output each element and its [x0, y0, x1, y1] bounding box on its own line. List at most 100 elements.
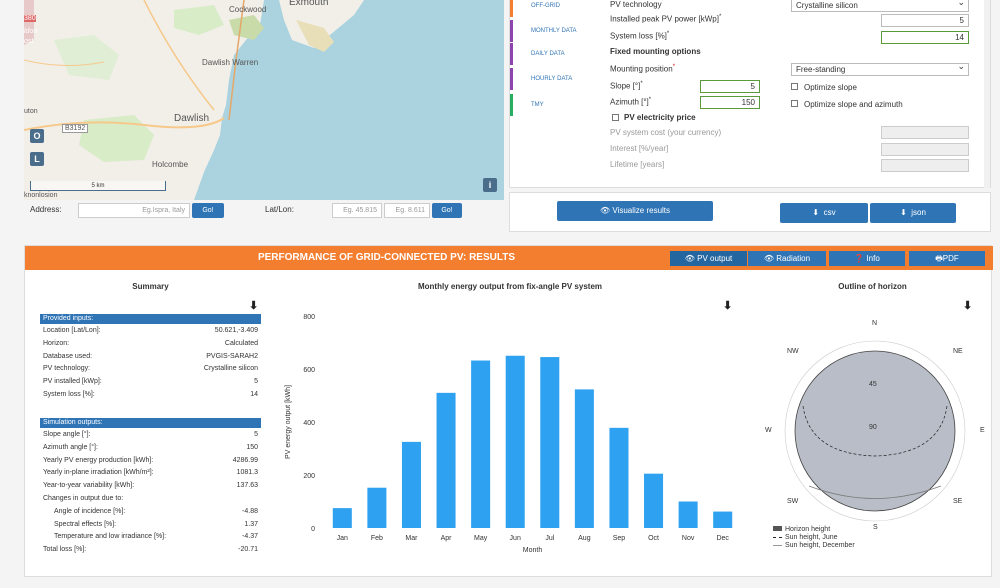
bar [609, 427, 629, 528]
legend-item: Horizon height [773, 526, 855, 534]
ring-label-45: 45 [869, 381, 877, 388]
summary-value: 137.63 [236, 482, 258, 490]
results-header: PERFORMANCE OF GRID-CONNECTED PV: RESULT… [25, 246, 993, 270]
y-tick-label: 800 [303, 314, 315, 321]
system-loss-input[interactable]: 14 [881, 31, 969, 44]
map-place-label: Holcombe [152, 160, 189, 169]
pv-technology-value: Crystalline silicon [796, 1, 858, 10]
tab-radiation[interactable]: 👁 Radiation [748, 251, 826, 266]
legend-label: Sun height, December [785, 542, 855, 549]
tab-daily-data[interactable]: DAILY DATA [510, 43, 598, 65]
bar [678, 501, 698, 528]
csv-label: csv [823, 208, 836, 217]
mounting-position-select[interactable]: Free-standing [791, 61, 969, 76]
tab-pv-output[interactable]: 👁 PV output [670, 251, 747, 266]
latlon-go-button[interactable]: Go! [432, 203, 462, 218]
map-overlay-l-button[interactable]: L [30, 152, 44, 166]
address-go-button[interactable]: Go! [192, 203, 224, 218]
mounting-position-label: Mounting position* [610, 64, 675, 74]
tab-hourly-data[interactable]: HOURLY DATA [510, 68, 598, 90]
bar [505, 355, 525, 528]
required-star: * [648, 97, 652, 103]
mounting-position-text: Mounting position [610, 64, 673, 74]
map-place-label: Dawlish Warren [202, 58, 259, 67]
summary-value: Crystalline silicon [203, 365, 258, 373]
map-info-button[interactable]: i [483, 178, 497, 192]
tab-label: MONTHLY DATA [531, 28, 577, 34]
latitude-input[interactable]: Eg. 45.815 [332, 203, 382, 218]
summary-row: Slope angle [°]: 5 [40, 429, 261, 440]
summary-key: Year-to-year variability [kWh]: [43, 482, 135, 490]
electricity-price-checkbox[interactable] [612, 114, 619, 121]
monthly-energy-chart: 0 200 400 600 800 Jan Feb Mar Apr May Jun Jul Aug Sep… [280, 306, 750, 566]
x-tick-label: May [474, 535, 488, 542]
eye-icon: 👁 [599, 206, 611, 215]
horizon-download-icon[interactable]: ⬇ [963, 299, 972, 312]
summary-key: Changes in output due to: [43, 495, 124, 502]
tab-off-grid[interactable]: OFF-GRID [510, 0, 598, 17]
summary-key: Yearly in-plane irradiation [kWh/m²]: [43, 469, 154, 477]
azimuth-input[interactable]: 150 [700, 96, 760, 109]
summary-row: Total loss [%]: -20.71 [40, 544, 261, 555]
download-json-button[interactable]: ⬇ json [870, 203, 956, 223]
optimize-slope-checkbox[interactable] [791, 83, 798, 90]
lifetime-input[interactable] [881, 159, 969, 172]
y-tick-label: 200 [303, 473, 315, 480]
download-csv-button[interactable]: ⬇ csv [780, 203, 868, 223]
summary-key: Location [Lat/Lon]: [43, 327, 101, 334]
y-axis-label: PV energy output [kWh] [285, 385, 292, 459]
summary-key: Azimuth angle [°]: [43, 443, 98, 451]
peak-power-input[interactable]: 5 [881, 14, 969, 27]
horizon-svg [784, 340, 966, 522]
summary-value: Calculated [224, 339, 258, 347]
x-tick-label: Nov [682, 535, 695, 542]
slope-text: Slope [°] [610, 81, 641, 91]
tab-label: PV output [697, 254, 733, 263]
x-tick-label: Feb [371, 535, 383, 542]
tab-tmy[interactable]: TMY [510, 94, 598, 116]
visualize-results-button[interactable]: 👁 Visualize results [557, 201, 713, 221]
bar [574, 389, 594, 528]
compass-nw: NW [787, 348, 799, 355]
slope-input[interactable]: 5 [700, 80, 760, 93]
azimuth-label: Azimuth [°]* [610, 97, 651, 107]
summary-key: Temperature and low irradiance [%]: [54, 533, 167, 541]
required-star: * [672, 64, 676, 70]
bar [401, 441, 421, 528]
ring-label-90: 90 [869, 424, 877, 431]
interest-input[interactable] [881, 143, 969, 156]
latlon-label: Lat/Lon: [265, 205, 294, 214]
tab-pdf[interactable]: 🖶PDF [909, 251, 985, 266]
compass-ne: NE [953, 348, 963, 355]
summary-key: PV installed [kWp]: [43, 378, 102, 386]
address-input[interactable]: Eg.Ispra, Italy [78, 203, 190, 218]
summary-row: Location [Lat/Lon]: 50.621,-3.409 [40, 325, 261, 336]
tab-label: PDF [942, 254, 959, 263]
tab-label: TMY [531, 102, 544, 108]
tab-info[interactable]: ❓ Info [829, 251, 905, 266]
address-label: Address: [30, 205, 62, 214]
summary-row: Azimuth angle [°]: 150 [40, 442, 261, 453]
compass-sw: SW [787, 498, 799, 505]
x-tick-label: Apr [441, 535, 453, 542]
tab-monthly-data[interactable]: MONTHLY DATA [510, 20, 598, 42]
pv-technology-select[interactable]: Crystalline silicon [791, 0, 969, 12]
results-panel: PERFORMANCE OF GRID-CONNECTED PV: RESULT… [24, 245, 993, 577]
system-cost-input[interactable] [881, 126, 969, 139]
summary-title: Summary [132, 282, 169, 291]
summary-row: Year-to-year variability [kWh]: 137.63 [40, 480, 261, 491]
legend-item: Sun height, June [773, 534, 855, 542]
map-scale-bar: 5 km [30, 181, 166, 191]
longitude-input[interactable]: Eg. 8.611 [384, 203, 430, 218]
optimize-slope-azimuth-checkbox[interactable] [791, 100, 798, 107]
map-overlay-o-button[interactable]: O [30, 129, 44, 143]
bar [540, 357, 560, 528]
panel-scrollbar[interactable] [984, 0, 990, 188]
summary-download-icon[interactable]: ⬇ [249, 299, 258, 312]
map-view[interactable]: Cockwood Exmouth Dawlish Warren Dawlish … [24, 0, 504, 200]
azimuth-text: Azimuth [°] [610, 97, 649, 107]
x-tick-label: Mar [405, 535, 418, 542]
download-icon: ⬇ [812, 208, 820, 217]
inputs-header: Provided inputs: [40, 314, 261, 324]
tab-label: Info [866, 254, 880, 263]
